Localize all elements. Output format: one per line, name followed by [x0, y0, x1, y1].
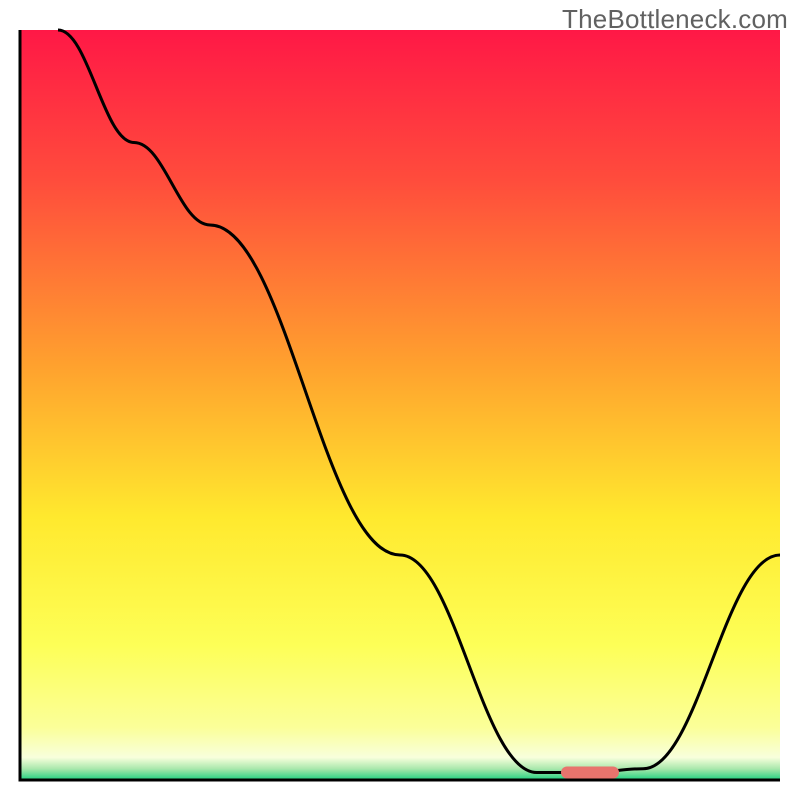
chart-svg: [0, 0, 800, 800]
bottleneck-chart: TheBottleneck.com: [0, 0, 800, 800]
watermark: TheBottleneck.com: [562, 4, 788, 35]
optimal-marker: [561, 767, 619, 779]
